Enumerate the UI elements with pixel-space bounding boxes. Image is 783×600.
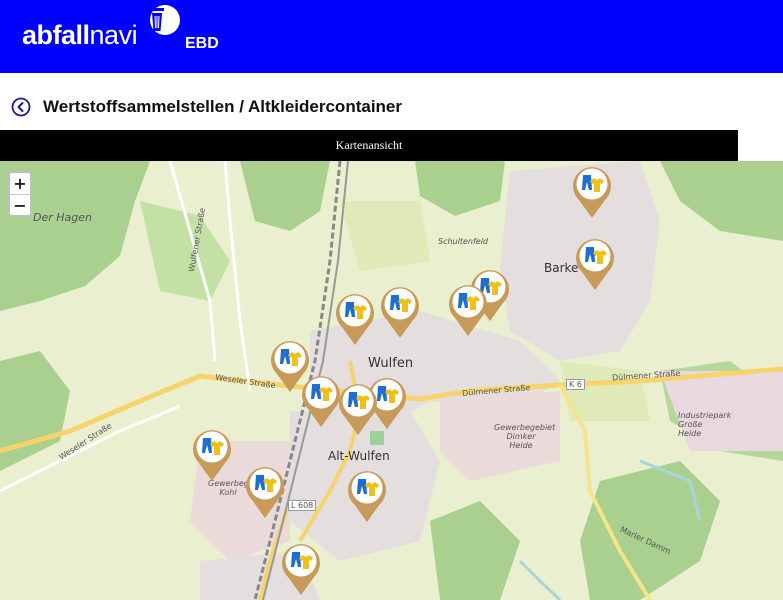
place-label: Der Hagen	[33, 211, 92, 224]
collection-point-marker[interactable]	[446, 280, 490, 338]
road-shield: L 608	[288, 500, 317, 511]
collection-point-marker[interactable]	[333, 289, 377, 347]
place-label: Schultenfeld	[438, 237, 489, 246]
collection-point-marker[interactable]	[190, 425, 234, 483]
zoom-control: + −	[8, 171, 32, 217]
collection-point-marker[interactable]	[345, 466, 389, 524]
collection-point-marker[interactable]	[243, 462, 287, 520]
trash-bin-logo-icon	[150, 5, 180, 35]
zoom-in-button[interactable]: +	[10, 173, 30, 195]
app-header: abfallnavi EBD	[0, 0, 783, 73]
zoom-out-button[interactable]: −	[10, 195, 30, 216]
place-label: Alt-Wulfen	[328, 449, 390, 463]
logo-text: abfallnavi	[22, 20, 138, 50]
collection-point-marker[interactable]	[378, 282, 422, 340]
logo[interactable]: abfallnavi	[22, 5, 180, 50]
collection-point-marker[interactable]	[336, 379, 380, 437]
collection-point-marker[interactable]	[570, 162, 614, 220]
collection-point-marker[interactable]	[279, 539, 323, 597]
area-label: Gewerbegebiet Dimker Heide	[494, 423, 556, 450]
collection-point-marker[interactable]	[573, 234, 617, 292]
organization-label: EBD	[185, 35, 219, 52]
map[interactable]: Der Hagen Wulfen Alt-Wulfen Barke Schult…	[0, 161, 783, 600]
map-view-tab[interactable]: Kartenansicht	[0, 130, 738, 161]
back-chevron-left-circle-icon[interactable]	[11, 97, 31, 117]
place-label: Wulfen	[368, 356, 414, 371]
road-shield: K 6	[566, 379, 585, 390]
page-title: Wertstoffsammelstellen / Altkleiderconta…	[43, 97, 402, 116]
area-label: Industriepark Große Heide	[678, 411, 732, 438]
